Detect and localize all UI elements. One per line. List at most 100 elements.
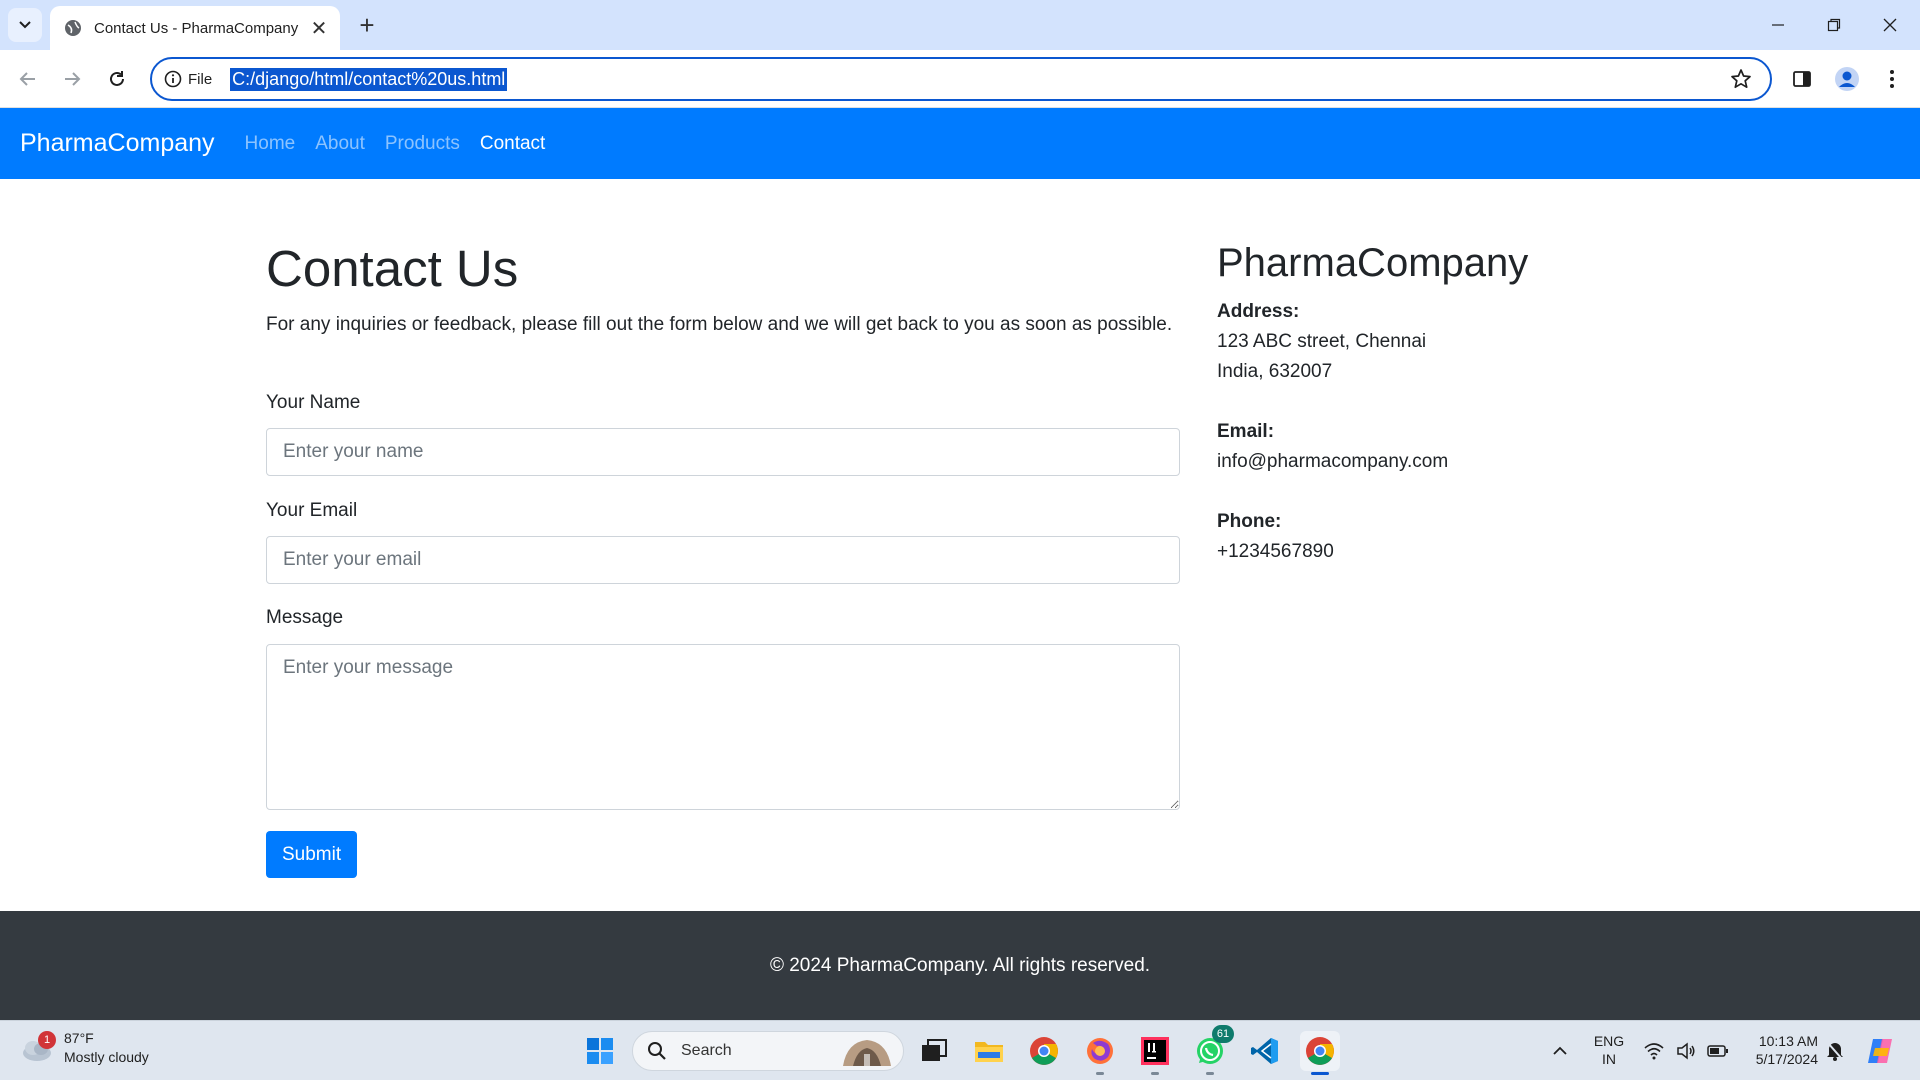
site-info-chip[interactable]: File <box>164 70 212 88</box>
page-title: Contact Us <box>266 240 519 297</box>
running-indicator <box>1096 1072 1104 1075</box>
language-indicator[interactable]: ENG IN <box>1588 1032 1630 1068</box>
nav-link-about[interactable]: About <box>315 133 365 155</box>
company-phone: +1234567890 <box>1217 541 1334 562</box>
intro-text: For any inquiries or feedback, please fi… <box>266 314 1173 335</box>
reload-button[interactable] <box>101 63 133 95</box>
close-window-button[interactable] <box>1862 0 1918 50</box>
company-name: PharmaCompany <box>1217 241 1529 285</box>
browser-toolbar: File C:/django/html/contact%20us.html <box>0 50 1920 108</box>
weather-temperature: 87°F <box>64 1030 94 1046</box>
vscode-button[interactable] <box>1245 1031 1285 1071</box>
show-hidden-icons-button[interactable] <box>1542 1031 1578 1071</box>
tab-search-button[interactable] <box>8 8 42 42</box>
start-button[interactable] <box>580 1031 620 1071</box>
name-label: Your Name <box>266 392 361 413</box>
cloudy-weather-icon: 1 <box>20 1031 56 1063</box>
taskbar-search[interactable]: Search <box>632 1031 904 1071</box>
browser-tabstrip: Contact Us - PharmaCompany ✕ + <box>0 0 1920 50</box>
email-info-label: Email: <box>1217 421 1275 442</box>
browser-tab-active[interactable]: Contact Us - PharmaCompany ✕ <box>50 6 340 50</box>
side-panel-button[interactable] <box>1786 63 1818 95</box>
folder-icon <box>975 1042 1003 1062</box>
chrome-button[interactable] <box>1024 1031 1064 1071</box>
kebab-menu-icon <box>1890 70 1894 88</box>
whatsapp-unread-badge: 61 <box>1212 1025 1234 1043</box>
chevron-up-icon <box>1553 1046 1567 1055</box>
running-indicator <box>1206 1072 1214 1075</box>
address-line-2: India, 632007 <box>1217 361 1333 382</box>
url-text[interactable]: C:/django/html/contact%20us.html <box>230 67 508 91</box>
bell-icon <box>1827 1042 1843 1061</box>
wifi-icon <box>1644 1043 1664 1060</box>
search-label: Search <box>681 1042 732 1059</box>
weather-alert-badge: 1 <box>38 1031 56 1049</box>
restore-icon <box>1827 18 1841 32</box>
task-view-button[interactable] <box>914 1031 954 1071</box>
clock-date: 5/17/2024 <box>1755 1051 1818 1067</box>
globe-icon <box>65 20 81 36</box>
name-input[interactable] <box>266 428 1180 476</box>
windows-taskbar: 1 87°F Mostly cloudy Search 61 ENG IN 10… <box>0 1020 1920 1080</box>
task-view-icon <box>922 1039 947 1061</box>
nav-link-contact[interactable]: Contact <box>480 133 545 155</box>
chrome-icon <box>1306 1037 1334 1065</box>
weather-description: Mostly cloudy <box>64 1049 149 1065</box>
chevron-down-icon <box>19 21 31 29</box>
new-tab-button[interactable]: + <box>352 10 382 40</box>
profile-button[interactable] <box>1831 63 1863 95</box>
nav-link-home[interactable]: Home <box>245 133 296 155</box>
forward-button[interactable] <box>56 63 88 95</box>
firefox-icon <box>1087 1038 1113 1064</box>
phone-label: Phone: <box>1217 511 1282 532</box>
close-tab-icon[interactable]: ✕ <box>308 17 330 40</box>
region-code: IN <box>1602 1051 1616 1067</box>
message-textarea[interactable] <box>266 644 1180 810</box>
copilot-button[interactable] <box>1860 1031 1900 1071</box>
vscode-icon <box>1251 1038 1278 1064</box>
clock[interactable]: 10:13 AM 5/17/2024 <box>1744 1032 1818 1068</box>
chrome-active-button[interactable] <box>1300 1031 1340 1075</box>
notifications-button[interactable] <box>1818 1031 1852 1071</box>
search-icon <box>648 1042 666 1060</box>
company-email: info@pharmacompany.com <box>1217 451 1449 472</box>
firefox-button[interactable] <box>1080 1031 1120 1075</box>
bookmark-button[interactable] <box>1730 68 1752 95</box>
active-indicator <box>1311 1072 1329 1075</box>
volume-button[interactable] <box>1668 1031 1704 1071</box>
battery-button[interactable] <box>1700 1031 1736 1071</box>
speaker-icon <box>1677 1042 1695 1060</box>
navbar-brand[interactable]: PharmaCompany <box>20 129 215 158</box>
minimize-button[interactable] <box>1750 0 1806 50</box>
intellij-button[interactable] <box>1135 1031 1175 1075</box>
side-panel-icon <box>1793 71 1811 87</box>
email-label: Your Email <box>266 500 358 521</box>
star-icon <box>1731 69 1751 89</box>
reload-icon <box>110 71 124 86</box>
battery-icon <box>1707 1045 1728 1057</box>
nav-link-products[interactable]: Products <box>385 133 460 155</box>
message-label: Message <box>266 607 344 628</box>
restore-button[interactable] <box>1806 0 1862 50</box>
file-explorer-button[interactable] <box>969 1031 1009 1071</box>
whatsapp-button[interactable]: 61 <box>1190 1025 1234 1075</box>
site-navbar: PharmaCompany Home About Products Contac… <box>0 108 1920 179</box>
submit-button[interactable]: Submit <box>266 831 358 878</box>
site-footer: © 2024 PharmaCompany. All rights reserve… <box>0 911 1920 1020</box>
weather-widget[interactable]: 1 87°F Mostly cloudy <box>20 1029 149 1067</box>
language-code: ENG <box>1593 1033 1625 1049</box>
address-bar[interactable]: File C:/django/html/contact%20us.html <box>150 57 1772 101</box>
back-button[interactable] <box>12 63 44 95</box>
menu-button[interactable] <box>1876 63 1908 95</box>
arrow-right-icon <box>65 72 81 86</box>
running-indicator <box>1151 1072 1159 1075</box>
minimize-icon <box>1772 24 1784 26</box>
info-icon <box>164 70 182 88</box>
wifi-button[interactable] <box>1636 1031 1672 1071</box>
address-line-1: 123 ABC street, Chennai <box>1217 331 1427 352</box>
windows-logo-icon <box>587 1038 613 1064</box>
footer-copyright: © 2024 PharmaCompany. All rights reserve… <box>769 954 1151 976</box>
email-input[interactable] <box>266 536 1180 584</box>
intellij-icon <box>1141 1037 1169 1065</box>
avatar-icon <box>1835 67 1859 91</box>
